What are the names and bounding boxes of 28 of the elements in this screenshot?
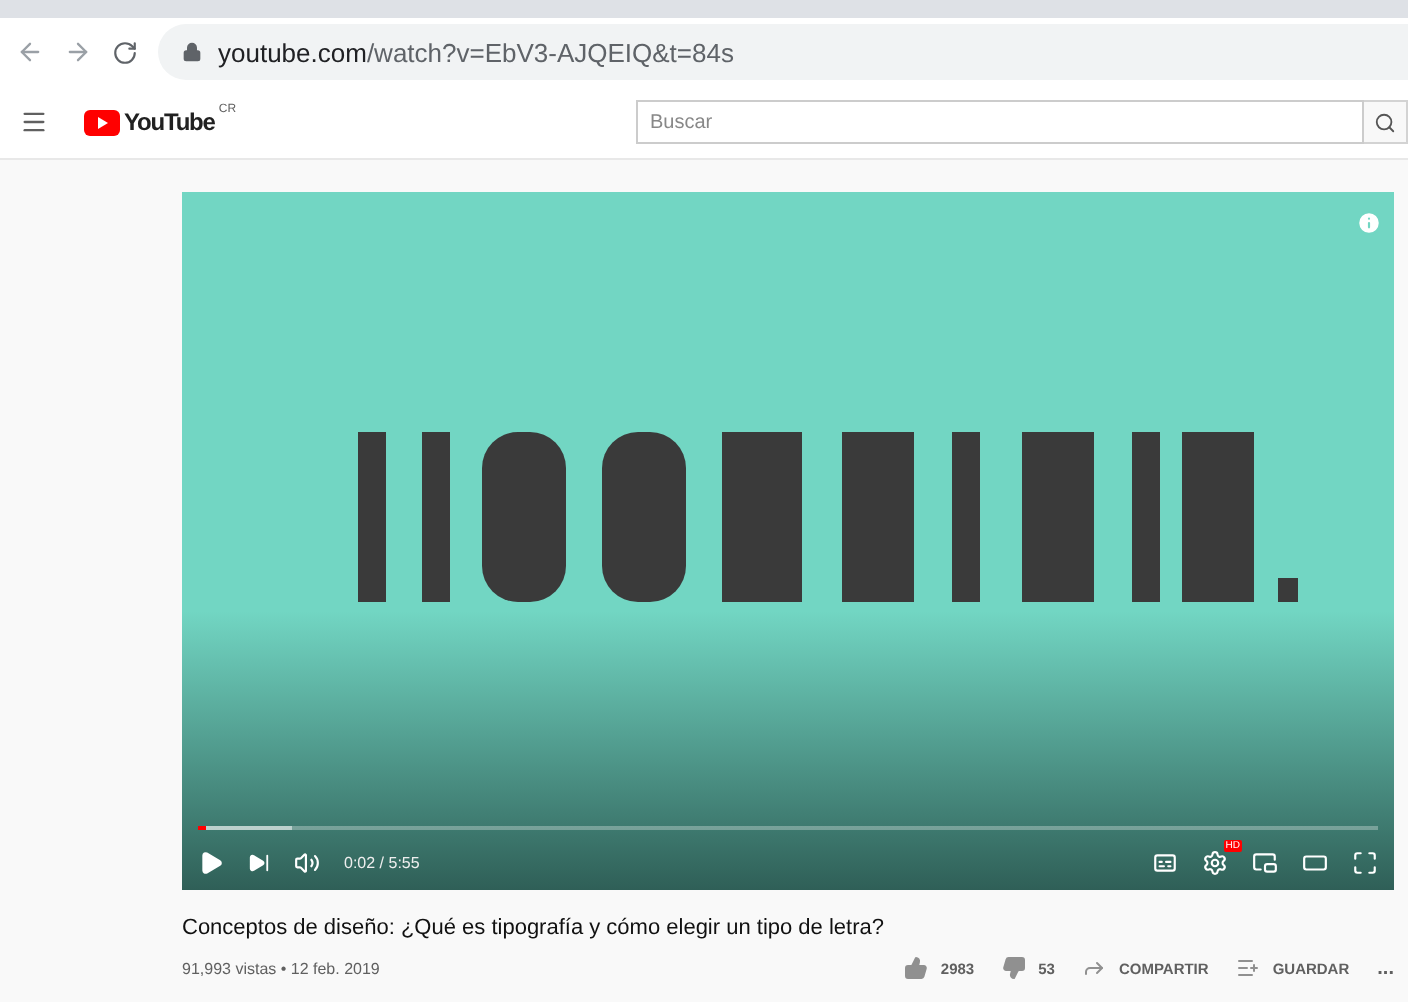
playlist-add-icon [1236, 956, 1261, 980]
more-button[interactable]: ... [1377, 957, 1394, 979]
volume-button[interactable] [294, 849, 320, 875]
address-bar[interactable]: youtube.com/watch?v=EbV3-AJQEIQ&t=84s [158, 24, 1408, 80]
thumbs-up-icon [904, 956, 929, 980]
view-count: 91,993 vistas • 12 feb. 2019 [182, 959, 380, 977]
logo-text[interactable]: YouTube [124, 108, 215, 136]
next-button[interactable] [248, 851, 270, 873]
search-field[interactable]: Buscar [636, 100, 1364, 144]
thumbs-down-icon [1002, 956, 1027, 980]
video-title: Conceptos de diseño: ¿Qué es tipografía y cómo elegir un tipo de letra? [182, 916, 886, 940]
theater-button[interactable] [1302, 849, 1328, 875]
play-logo-icon[interactable] [84, 109, 120, 135]
url-host: youtube.com [218, 37, 367, 67]
forward-icon[interactable] [64, 38, 92, 66]
miniplayer-button[interactable] [1252, 849, 1278, 875]
time-display: 0:02 / 5:55 [344, 853, 420, 871]
arrow-icon [1082, 956, 1107, 980]
menu-icon[interactable] [20, 108, 48, 136]
back-icon[interactable] [16, 38, 44, 66]
lock-icon [182, 42, 202, 62]
subtitles-button[interactable] [1152, 849, 1178, 875]
search-icon [1374, 111, 1396, 133]
search-button[interactable] [1364, 100, 1408, 144]
fullscreen-button[interactable] [1352, 849, 1378, 875]
play-button[interactable] [198, 849, 224, 875]
url-path: /watch?v=EbV3-AJQEIQ&t=84s [366, 37, 734, 67]
reload-icon[interactable] [112, 39, 138, 65]
